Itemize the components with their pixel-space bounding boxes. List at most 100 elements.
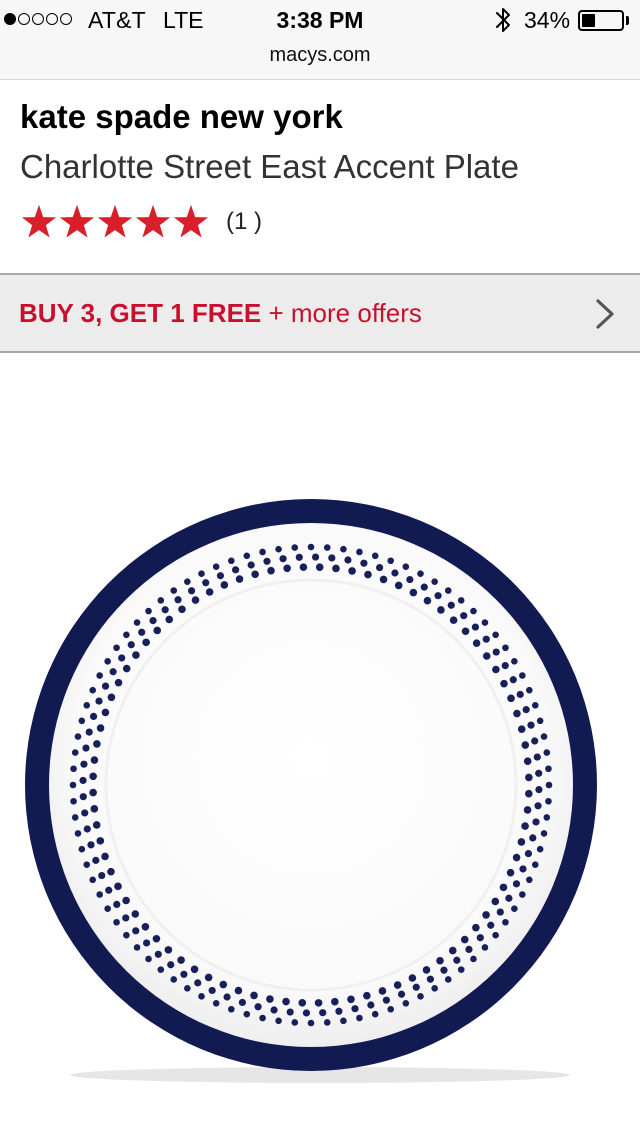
- plate-dot: [220, 581, 229, 589]
- plate-dot: [101, 682, 110, 690]
- plate-dot: [307, 543, 315, 551]
- plate-dot: [535, 769, 543, 777]
- plate-dot: [351, 1005, 359, 1013]
- plate-dot: [107, 867, 115, 876]
- plate-dot: [476, 934, 484, 942]
- plate-dot: [522, 706, 530, 714]
- plate-dot: [311, 553, 320, 561]
- plate-dot: [506, 868, 515, 877]
- plate-dot: [482, 635, 490, 643]
- bluetooth-icon: [496, 8, 510, 32]
- plate-dot: [145, 607, 152, 615]
- plate-dot: [505, 894, 513, 902]
- plate-dot: [132, 927, 140, 935]
- plate-dot: [487, 921, 495, 929]
- plate-dot: [444, 976, 452, 983]
- product-rating[interactable]: (1 ): [20, 200, 262, 244]
- star-rating: [20, 203, 210, 241]
- plate-dot: [105, 886, 113, 894]
- plate-dot: [545, 781, 553, 789]
- plate-dot: [406, 575, 414, 584]
- offers-row[interactable]: BUY 3, GET 1 FREE + more offers: [0, 273, 640, 353]
- plate-dot: [423, 596, 432, 605]
- plate-dot: [525, 773, 533, 782]
- plate-dot: [153, 626, 162, 635]
- plate-dot: [460, 612, 468, 620]
- plate-dot: [145, 955, 152, 963]
- plate-dot: [122, 664, 131, 673]
- plate-dot: [492, 648, 500, 656]
- plate-dot: [465, 945, 473, 954]
- plate-dot: [71, 814, 79, 821]
- plate-dot: [92, 821, 101, 829]
- plate-dot: [534, 802, 542, 810]
- plate-dot: [251, 570, 259, 579]
- plate-dot: [523, 806, 532, 814]
- plate-dot: [174, 596, 182, 604]
- plate-dot: [302, 1009, 311, 1017]
- plate-dot: [123, 931, 130, 939]
- plate-dot: [178, 605, 186, 614]
- plate-dot: [98, 871, 106, 880]
- plate-dot: [378, 987, 387, 995]
- plate-dot: [131, 910, 140, 918]
- plate-dot: [89, 686, 96, 694]
- plate-dot: [307, 1019, 315, 1027]
- address-bar-url[interactable]: macys.com: [0, 44, 640, 67]
- plate-dot: [170, 976, 178, 983]
- plate-dot: [228, 1005, 235, 1013]
- plate-dot: [382, 996, 390, 1004]
- plate-dot: [371, 552, 379, 560]
- plate-dot: [83, 861, 91, 868]
- plate-dot: [89, 788, 97, 797]
- battery-level-fill: [582, 14, 595, 27]
- plate-dot: [426, 975, 435, 983]
- plate-dot: [223, 993, 231, 1001]
- plate-dot: [74, 733, 82, 740]
- plate-dot: [434, 592, 442, 600]
- plate-dot: [238, 998, 246, 1007]
- plate-dot: [402, 563, 410, 570]
- plate-dot: [536, 845, 544, 853]
- plate-dot: [328, 554, 336, 562]
- plate-dot: [482, 652, 491, 660]
- plate-dot: [80, 760, 88, 768]
- plate-dot: [460, 935, 469, 944]
- plate-dot: [243, 1010, 251, 1018]
- plate-dot: [70, 797, 77, 805]
- plate-dot: [507, 694, 515, 703]
- plate-dot: [275, 1017, 282, 1025]
- plate-dot: [461, 627, 470, 636]
- plate-dot: [422, 966, 431, 974]
- plate-dot: [360, 559, 368, 567]
- plate-dot: [512, 853, 521, 862]
- plate-dot: [167, 961, 175, 969]
- plate-dot: [142, 939, 151, 947]
- plate-dot: [101, 852, 109, 861]
- plate-dot: [391, 569, 399, 577]
- plate-dot: [127, 641, 135, 649]
- plate-dot: [152, 934, 161, 943]
- plate-dot: [367, 1001, 375, 1009]
- plate-dot: [376, 563, 384, 572]
- plate-dot: [79, 793, 87, 801]
- plate-image[interactable]: [0, 480, 640, 1100]
- plate-dot: [511, 905, 518, 912]
- plate-dot: [299, 563, 308, 571]
- plate-dot: [513, 709, 521, 718]
- star-icon: [97, 204, 133, 238]
- plate-dot: [481, 944, 489, 951]
- plate-dot: [516, 690, 524, 699]
- plate-dot: [431, 985, 438, 992]
- plate-dot: [81, 809, 89, 817]
- plate-dot: [496, 908, 504, 916]
- plate-dot: [282, 997, 290, 1006]
- product-title: Charlotte Street East Accent Plate: [20, 148, 519, 185]
- plate-dot: [499, 883, 508, 892]
- plate-dot: [457, 966, 465, 973]
- plate-dot: [89, 772, 97, 781]
- plate-dot: [447, 601, 455, 609]
- plate-dot: [78, 845, 86, 853]
- product-brand[interactable]: kate spade new york: [20, 98, 343, 136]
- plate-dot: [471, 623, 480, 631]
